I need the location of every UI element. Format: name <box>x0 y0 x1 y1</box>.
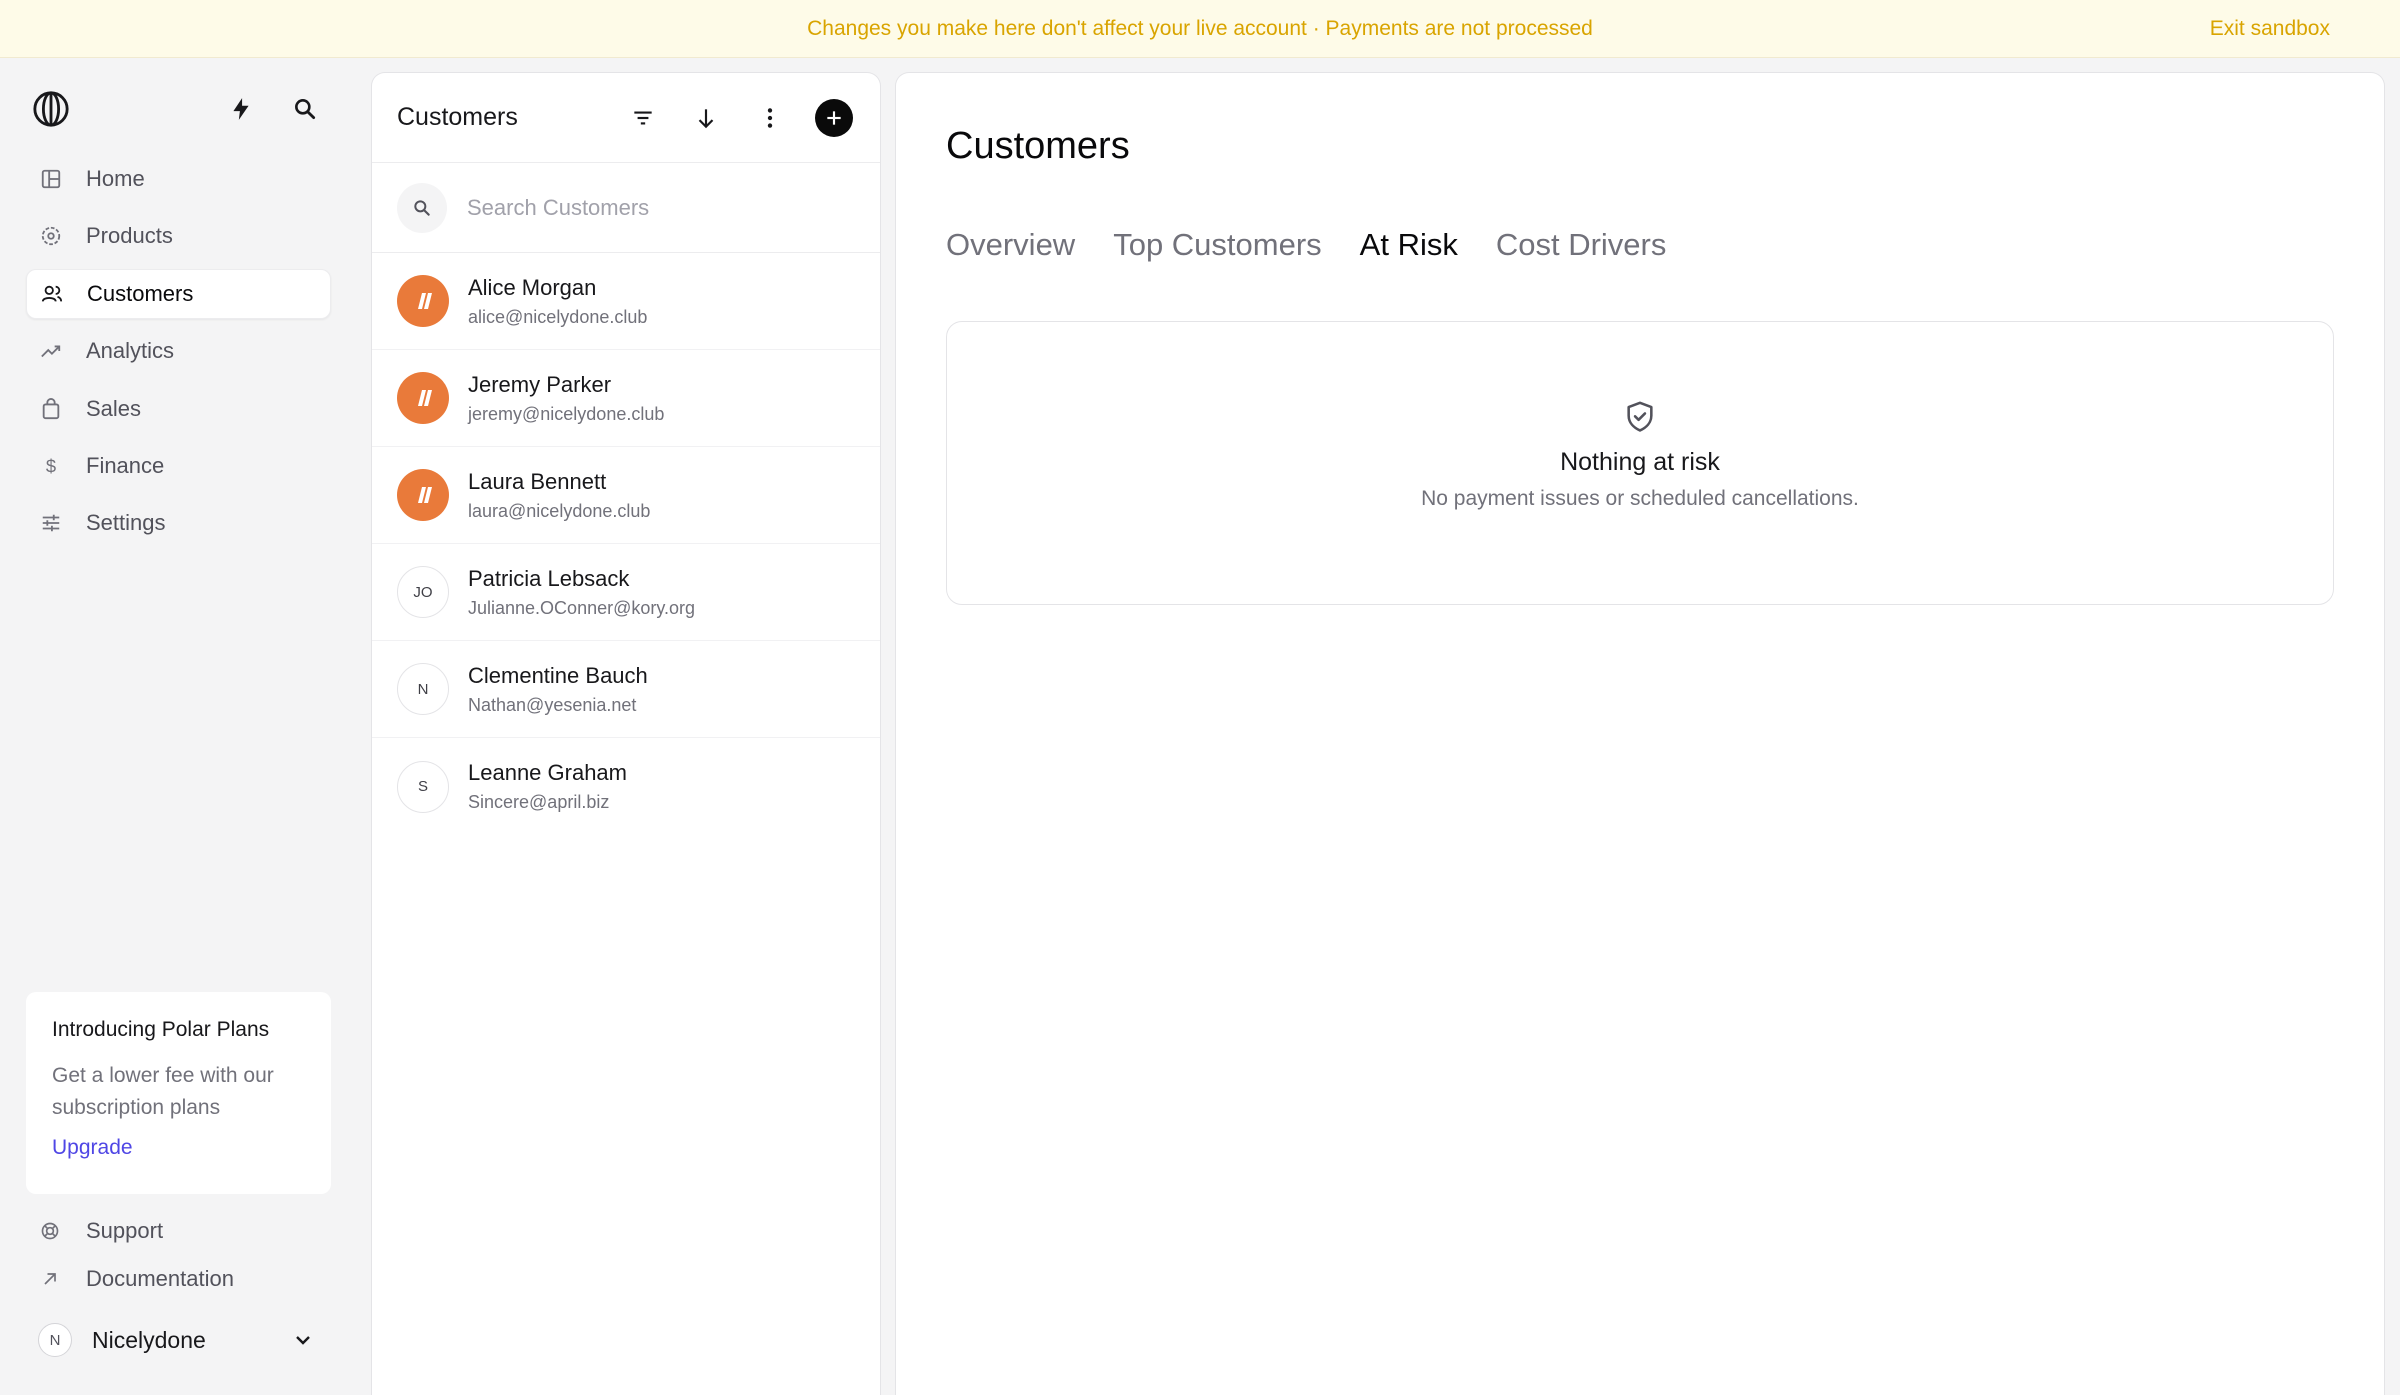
sidebar-nav: Home Products Customers Analytics Sales … <box>26 154 331 556</box>
main-panel: Customers Overview Top Customers At Risk… <box>895 72 2385 1395</box>
list-item[interactable]: Alice Morgan alice@nicelydone.club <box>372 253 880 350</box>
shield-check-icon <box>1627 401 1653 432</box>
sidebar-item-customers[interactable]: Customers <box>26 268 331 319</box>
svg-text:$: $ <box>46 455 56 476</box>
promo-body: Get a lower fee with our subscription pl… <box>52 1064 274 1119</box>
plus-icon <box>827 111 841 125</box>
sidebar-item-label: Home <box>86 166 145 191</box>
customer-avatar: S <box>397 760 449 813</box>
tabs: Overview Top Customers At Risk Cost Driv… <box>946 227 1704 263</box>
support-label: Support <box>86 1218 164 1243</box>
sidebar-item-label: Finance <box>86 452 165 478</box>
sidebar-item-finance[interactable]: $ Finance <box>26 441 331 491</box>
sales-icon <box>42 397 60 419</box>
documentation-label: Documentation <box>86 1266 234 1291</box>
sandbox-banner-message: Changes you make here don't affect your … <box>807 16 1593 40</box>
products-icon <box>41 227 61 246</box>
support-icon <box>41 1222 59 1240</box>
list-header: Customers <box>372 73 880 163</box>
promo-title: Introducing Polar Plans <box>52 1018 270 1041</box>
promo-card: Introducing Polar Plans Get a lower fee … <box>26 992 331 1194</box>
chevron-down-icon <box>296 1336 310 1345</box>
customer-email: Sincere@april.biz <box>468 792 610 812</box>
customer-avatar <box>397 469 449 521</box>
more-vertical-icon[interactable] <box>757 105 783 131</box>
list-item[interactable]: JO Patricia Lebsack Julianne.OConner@kor… <box>372 544 880 641</box>
external-link-icon <box>44 1273 56 1285</box>
sidebar-item-label: Analytics <box>86 338 175 364</box>
customer-name: Alice Morgan <box>468 274 597 300</box>
finance-icon: $ <box>46 455 56 476</box>
customer-email: Julianne.OConner@kory.org <box>468 597 696 618</box>
customer-email: laura@nicelydone.club <box>468 500 651 521</box>
org-switcher[interactable]: N Nicelydone <box>26 1308 331 1372</box>
sidebar-links: Support Documentation <box>40 1207 330 1303</box>
list-item[interactable]: S Leanne Graham Sincere@april.biz <box>372 738 880 835</box>
sidebar-item-label: Settings <box>86 510 166 536</box>
brand-logo-icon <box>418 487 432 503</box>
customer-avatar <box>397 275 449 327</box>
search-input[interactable] <box>467 194 847 221</box>
customer-avatar <box>397 372 449 424</box>
customer-email: Nathan@yesenia.net <box>468 694 637 715</box>
sidebar-item-settings[interactable]: Settings <box>26 498 331 548</box>
customer-list: Alice Morgan alice@nicelydone.club Jerem… <box>372 253 880 835</box>
arrow-down-icon[interactable] <box>693 105 719 131</box>
org-avatar: N <box>38 1323 72 1357</box>
sidebar-item-home[interactable]: Home <box>26 154 331 204</box>
tab-top-customers[interactable]: Top Customers <box>1113 227 1321 263</box>
documentation-link[interactable]: Documentation <box>40 1255 330 1303</box>
filter-icon[interactable] <box>630 105 656 131</box>
empty-state-card: Nothing at risk No payment issues or sch… <box>946 321 2334 605</box>
tab-cost-drivers[interactable]: Cost Drivers <box>1496 227 1667 263</box>
sandbox-banner: Changes you make here don't affect your … <box>0 0 2400 58</box>
settings-icon <box>42 515 60 532</box>
sidebar-item-sales[interactable]: Sales <box>26 384 331 434</box>
home-icon <box>41 169 61 189</box>
analytics-icon <box>41 345 61 358</box>
upgrade-link[interactable]: Upgrade <box>52 1136 305 1160</box>
search-customers <box>372 163 880 253</box>
customer-name: Patricia Lebsack <box>468 565 630 591</box>
bolt-icon[interactable] <box>228 96 254 122</box>
empty-state-title: Nothing at risk <box>1560 448 1720 476</box>
list-title: Customers <box>397 103 518 131</box>
sidebar-item-products[interactable]: Products <box>26 211 331 261</box>
customer-email: jeremy@nicelydone.club <box>468 403 665 424</box>
sidebar-item-label: Customers <box>87 280 194 306</box>
sidebar-item-label: Products <box>86 223 173 249</box>
customer-name: Leanne Graham <box>468 760 627 785</box>
support-link[interactable]: Support <box>40 1207 330 1255</box>
list-item[interactable]: N Clementine Bauch Nathan@yesenia.net <box>372 641 880 738</box>
sidebar: Home Products Customers Analytics Sales … <box>0 58 356 1395</box>
customer-name: Jeremy Parker <box>468 371 612 397</box>
exit-sandbox-link[interactable]: Exit sandbox <box>2210 0 2330 58</box>
search-icon <box>397 182 447 233</box>
empty-state-subtitle: No payment issues or scheduled cancellat… <box>1421 487 1859 510</box>
list-item[interactable]: Jeremy Parker jeremy@nicelydone.club <box>372 350 880 447</box>
tab-overview[interactable]: Overview <box>946 227 1075 263</box>
add-customer-button[interactable] <box>815 99 853 137</box>
customer-name: Clementine Bauch <box>468 662 648 688</box>
customer-avatar: JO <box>397 566 449 618</box>
tab-at-risk[interactable]: At Risk <box>1360 227 1458 263</box>
org-name: Nicelydone <box>92 1326 206 1353</box>
brand-logo-icon <box>418 293 432 309</box>
sidebar-item-label: Sales <box>86 395 142 421</box>
customer-name: Laura Bennett <box>468 468 607 494</box>
sidebar-header <box>32 84 332 134</box>
customer-avatar: N <box>397 663 449 715</box>
list-item[interactable]: Laura Bennett laura@nicelydone.club <box>372 447 880 544</box>
customer-email: alice@nicelydone.club <box>468 306 648 327</box>
page-title: Customers <box>946 125 1130 167</box>
sidebar-item-analytics[interactable]: Analytics <box>26 326 331 376</box>
polar-logo[interactable] <box>32 90 70 128</box>
search-icon[interactable] <box>292 96 318 122</box>
customers-icon <box>41 285 63 302</box>
brand-logo-icon <box>418 390 432 406</box>
customers-list-panel: Customers Alice Morgan alice@nicelydone.… <box>371 72 881 1395</box>
